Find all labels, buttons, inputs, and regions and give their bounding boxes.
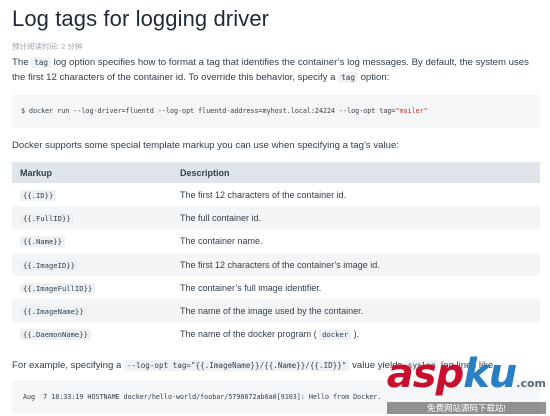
watermark-logo: aspku.com 免费网站源码下载站! xyxy=(386,351,546,414)
table-row: {{.ImageFullID}} The container’s full im… xyxy=(12,276,540,299)
inline-code-docker: docker xyxy=(319,329,352,341)
reading-time: 预计阅读时间: 2 分钟 xyxy=(12,42,83,51)
command-text: $ docker run --log-driver=fluentd --log-… xyxy=(21,107,396,115)
description-cell: The name of the image used by the contai… xyxy=(172,299,540,323)
header-markup: Markup xyxy=(12,162,172,183)
markup-code: {{.ID}} xyxy=(20,189,57,201)
markup-cell: {{.ImageName}} xyxy=(12,299,172,323)
markup-code: {{.ImageFullID}} xyxy=(20,282,96,294)
markup-code: {{.FullID}} xyxy=(20,212,74,224)
command-string: "mailer" xyxy=(395,107,428,115)
markup-table: Markup Description {{.ID}} The first 12 … xyxy=(12,162,540,346)
inline-code-tag: tag xyxy=(31,57,51,68)
table-row: {{.DaemonName}} The name of the docker p… xyxy=(12,323,540,346)
intro-text-2: log option specifies how to format a tag… xyxy=(12,57,529,83)
markup-cell: {{.ImageFullID}} xyxy=(12,276,172,299)
inline-code-log-opt: --log-opt tag="{{.ImageName}}/{{.Name}}/… xyxy=(123,360,350,371)
markup-code: {{.ImageName}} xyxy=(20,306,87,318)
command-code-block[interactable]: $ docker run --log-driver=fluentd --log-… xyxy=(12,95,540,128)
description-cell: The first 12 characters of the container… xyxy=(180,189,347,200)
description-text: The name of the docker program ( xyxy=(180,329,317,340)
markup-cell: {{.ID}} xyxy=(12,183,172,206)
description-cell: The name of the docker program ( docker … xyxy=(172,323,540,346)
table-row: {{.Name}} The container name. xyxy=(12,230,540,253)
description-tail: ). xyxy=(353,329,360,340)
table-row: {{.ImageName}} The name of the image use… xyxy=(12,299,540,323)
example-text-1: For example, specifying a xyxy=(12,360,124,371)
markup-code: {{.ImageID}} xyxy=(20,259,78,271)
markup-cell: {{.Name}} xyxy=(12,230,172,253)
markup-code: {{.DaemonName}} xyxy=(20,329,91,341)
description-cell: The container name. xyxy=(180,236,263,247)
inline-code-tag-2: tag xyxy=(338,72,358,83)
markup-cell: {{.FullID}} xyxy=(12,206,172,230)
description-cell: The first 12 characters of the container… xyxy=(172,252,540,277)
table-header-row: Markup Description xyxy=(12,162,540,183)
table-row: {{.ID}} The first 12 characters of the c… xyxy=(12,183,540,206)
intro-paragraph: The tag log option specifies how to form… xyxy=(12,55,538,85)
watermark-logo-text: aspku.com xyxy=(386,351,546,397)
log-line-text: Aug 7 18:33:19 HOSTNAME docker/hello-wor… xyxy=(23,393,382,401)
markup-cell: {{.ImageID}} xyxy=(12,252,172,277)
header-description: Description xyxy=(172,162,540,183)
intro-text-3: option: xyxy=(357,72,390,83)
page-title: Log tags for logging driver xyxy=(12,6,270,31)
markup-code: {{.Name}} xyxy=(20,236,65,248)
support-paragraph: Docker supports some special template ma… xyxy=(12,140,399,151)
description-cell: The container’s full image identifier. xyxy=(180,282,322,293)
table-row: {{.FullID}} The full container id. xyxy=(12,206,540,230)
markup-cell: {{.DaemonName}} xyxy=(12,323,172,346)
table-row: {{.ImageID}} The first 12 characters of … xyxy=(12,252,540,277)
description-cell: The full container id. xyxy=(172,206,540,230)
intro-text-1: The xyxy=(12,57,32,68)
